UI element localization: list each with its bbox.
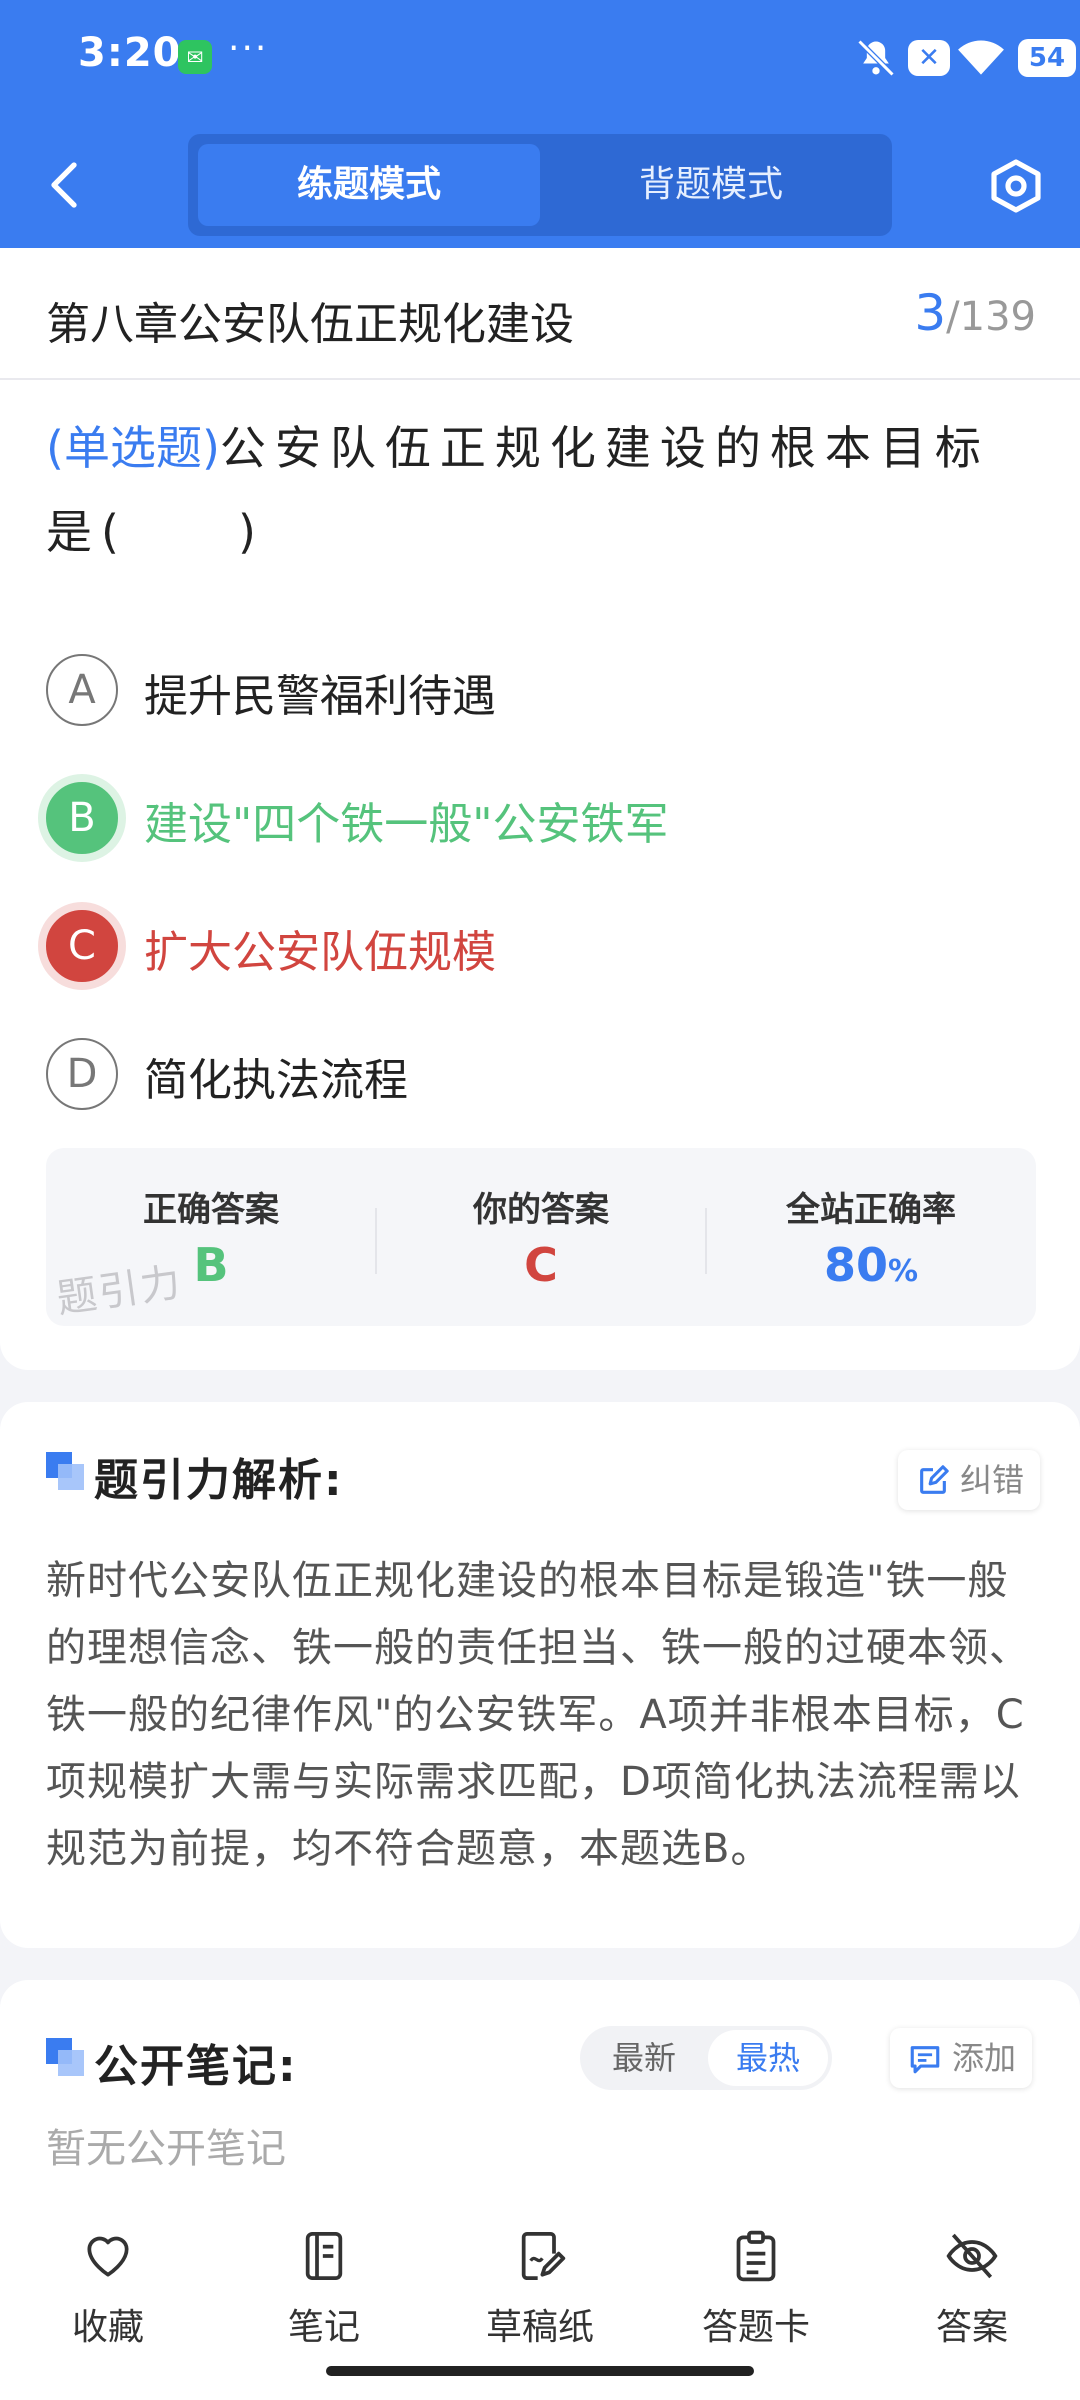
site-accuracy-value: 80% (706, 1238, 1036, 1292)
edit-icon (920, 1465, 949, 1494)
your-answer: 你的答案 C (376, 1148, 706, 1326)
back-arrow-icon[interactable] (44, 160, 84, 210)
accuracy-unit: % (887, 1254, 919, 1289)
tab-practice-mode[interactable]: 练题模式 (198, 144, 540, 226)
bell-muted-icon (857, 39, 895, 77)
total-questions: /139 (946, 294, 1036, 340)
add-note-label: 添加 (952, 2039, 1017, 2077)
close-badge-icon: ✕ (908, 40, 950, 76)
notebook-icon (305, 2231, 343, 2281)
draft-paper-icon (521, 2231, 566, 2281)
status-bar: 3:20 ✉ ··· ✕ 54 (0, 0, 1080, 118)
comment-icon (910, 2046, 940, 2074)
heart-icon (87, 2236, 129, 2277)
tab-label: 答题卡 (701, 2307, 810, 2348)
home-indicator[interactable] (326, 2366, 754, 2376)
accuracy-number: 80 (823, 1238, 888, 1292)
tab-favorite[interactable]: 收藏 (0, 2228, 216, 2358)
empty-notes-text: 暂无公开笔记 (46, 2126, 286, 2172)
question-card: 第八章公安队伍正规化建设 3/139 (单选题)公安队伍正规化建设的根本目标是(… (0, 248, 1080, 1370)
question-stem: (单选题)公安队伍正规化建设的根本目标是( ) (46, 406, 1036, 574)
tab-label: 收藏 (71, 2307, 144, 2348)
answer-card-icon (736, 2230, 776, 2282)
question-type: (单选题) (46, 421, 220, 475)
tab-label: 答案 (935, 2307, 1008, 2348)
option-letter: D (46, 1038, 118, 1110)
status-icons: ✕ 54 (780, 36, 1080, 80)
tab-label: 草稿纸 (485, 2307, 594, 2348)
site-accuracy-label: 全站正确率 (786, 1190, 956, 1230)
option-text: 建设"四个铁一般"公安铁军 (144, 799, 669, 850)
option-a[interactable]: A 提升民警福利待遇 (46, 650, 1036, 730)
option-letter: A (46, 654, 118, 726)
chapter-row: 第八章公安队伍正规化建设 3/139 (0, 248, 1080, 380)
option-text: 提升民警福利待遇 (144, 671, 496, 722)
your-answer-label: 你的答案 (473, 1190, 609, 1230)
tab-draft-paper[interactable]: 草稿纸 (432, 2228, 648, 2358)
correct-answer-label: 正确答案 (143, 1190, 279, 1230)
report-error-button[interactable]: 纠错 (898, 1450, 1041, 1510)
sort-hottest[interactable]: 最热 (708, 2030, 828, 2086)
tab-answer[interactable]: 答案 (864, 2228, 1080, 2358)
option-letter: B (46, 782, 118, 854)
report-error-label: 纠错 (960, 1461, 1025, 1499)
current-question-number: 3 (914, 284, 947, 342)
option-d[interactable]: D 简化执法流程 (46, 1034, 1036, 1114)
analysis-text: 新时代公安队伍正规化建设的根本目标是锻造"铁一般的理想信念、铁一般的责任担当、铁… (46, 1558, 1030, 1872)
option-b[interactable]: B 建设"四个铁一般"公安铁军 (46, 778, 1036, 858)
answer-summary: 正确答案 B 你的答案 C 全站正确率 80% 题引力 (46, 1148, 1036, 1326)
settings-icon[interactable] (988, 158, 1044, 214)
option-letter: C (46, 910, 118, 982)
your-answer-value: C (524, 1238, 558, 1292)
app-header: 3:20 ✉ ··· ✕ 54 练题模式 背题模式 (0, 0, 1080, 248)
option-text: 简化执法流程 (144, 1055, 408, 1106)
sort-latest[interactable]: 最新 (584, 2030, 704, 2086)
analysis-card: 题引力解析: 纠错 新时代公安队伍正规化建设的根本目标是锻造"铁一般的理想信念、… (0, 1402, 1080, 1948)
site-accuracy: 全站正确率 80% (706, 1148, 1036, 1326)
tab-notes[interactable]: 笔记 (216, 2228, 432, 2358)
section-icon (46, 2038, 84, 2076)
analysis-title: 题引力解析: (94, 1455, 344, 1506)
notes-sort-toggle: 最新 最热 (580, 2026, 832, 2090)
add-note-button[interactable]: 添加 (890, 2028, 1033, 2088)
notes-title: 公开笔记: (94, 2041, 298, 2092)
more-notifications-icon: ··· (228, 28, 269, 69)
battery-indicator: 54 (1018, 39, 1076, 77)
tab-memorize-mode[interactable]: 背题模式 (540, 144, 882, 226)
option-text: 扩大公安队伍规模 (144, 927, 496, 978)
eye-off-icon (946, 2233, 998, 2279)
chapter-title: 第八章公安队伍正规化建设 (46, 299, 574, 350)
wechat-notification-icon: ✉ (178, 40, 212, 74)
wifi-icon (958, 40, 1004, 75)
tab-label: 笔记 (287, 2307, 360, 2348)
option-c[interactable]: C 扩大公安队伍规模 (46, 906, 1036, 986)
mode-switch: 练题模式 背题模式 (188, 134, 892, 236)
tab-answer-card[interactable]: 答题卡 (648, 2228, 864, 2358)
question-progress: 3/139 (914, 284, 1036, 342)
status-time: 3:20 (78, 30, 182, 76)
section-icon (46, 1452, 84, 1490)
